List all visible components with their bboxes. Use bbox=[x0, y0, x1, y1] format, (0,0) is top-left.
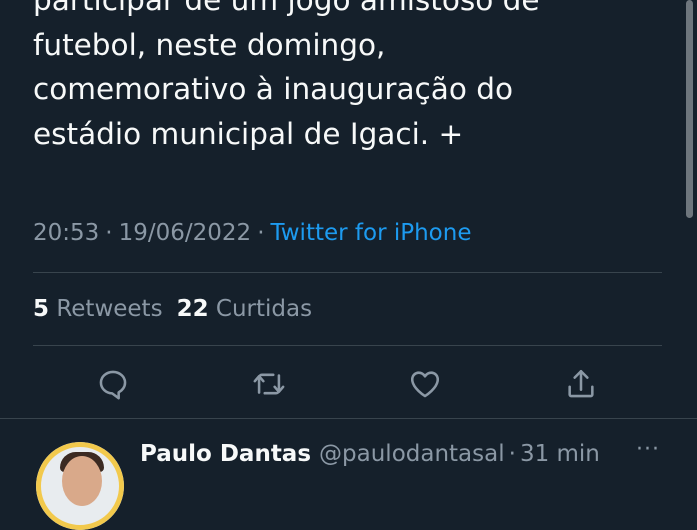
reply-tweet[interactable]: Paulo Dantas @paulodantasal · 31 min ··· bbox=[0, 434, 697, 530]
meta-separator: · bbox=[105, 220, 113, 246]
tweet-source-link[interactable]: Twitter for iPhone bbox=[271, 220, 472, 246]
tweet-text-line: futebol, neste domingo, bbox=[33, 27, 386, 62]
share-icon bbox=[568, 369, 594, 398]
reply-time[interactable]: 31 min bbox=[520, 441, 600, 467]
tweet-meta: 20:53 · 19/06/2022 · Twitter for iPhone bbox=[33, 215, 471, 251]
divider bbox=[33, 345, 662, 346]
share-button[interactable] bbox=[561, 364, 601, 404]
likes-stat[interactable]: 22 Curtidas bbox=[177, 296, 313, 322]
likes-count: 22 bbox=[176, 296, 209, 322]
retweets-label: Retweets bbox=[56, 296, 163, 322]
tweet-actions bbox=[0, 364, 697, 404]
like-button[interactable] bbox=[405, 364, 445, 404]
avatar[interactable] bbox=[36, 442, 124, 530]
more-options-icon[interactable]: ··· bbox=[636, 439, 660, 461]
divider bbox=[0, 418, 697, 419]
retweets-count: 5 bbox=[33, 296, 50, 322]
reply-separator: · bbox=[508, 441, 516, 467]
tweet-text-line: participar de um jogo amistoso de bbox=[33, 0, 540, 17]
tweet-time: 20:53 bbox=[33, 220, 100, 246]
likes-label: Curtidas bbox=[215, 296, 313, 322]
scrollbar[interactable] bbox=[686, 0, 693, 218]
reply-icon bbox=[99, 370, 127, 400]
retweet-icon bbox=[253, 373, 285, 395]
reply-button[interactable] bbox=[93, 364, 133, 404]
tweet-text: participar de um jogo amistoso de futebo… bbox=[33, 0, 673, 156]
reply-author-name[interactable]: Paulo Dantas bbox=[140, 441, 311, 467]
heart-icon bbox=[410, 371, 440, 398]
divider bbox=[33, 272, 662, 273]
tweet-stats: 5 Retweets 22 Curtidas bbox=[33, 291, 312, 327]
meta-separator: · bbox=[257, 220, 265, 246]
tweet-text-line: comemorativo à inauguração do bbox=[33, 72, 514, 106]
retweets-stat[interactable]: 5 Retweets bbox=[33, 296, 163, 322]
tweet-text-line: estádio municipal de Igaci. + bbox=[33, 116, 464, 151]
retweet-button[interactable] bbox=[249, 364, 289, 404]
tweet-date: 19/06/2022 bbox=[118, 220, 252, 246]
reply-author-handle[interactable]: @paulodantasal bbox=[319, 441, 505, 467]
